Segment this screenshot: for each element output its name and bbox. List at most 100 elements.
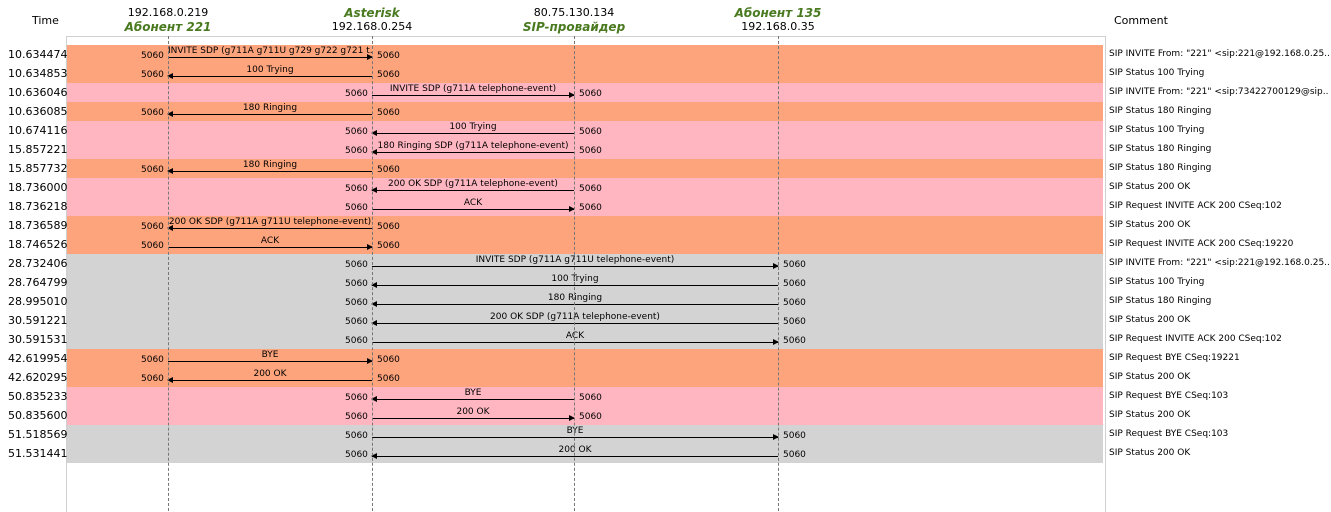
message-arrow bbox=[167, 225, 372, 231]
port-label: 5060 bbox=[579, 393, 602, 403]
port-label: 5060 bbox=[345, 89, 368, 99]
message-arrow bbox=[372, 263, 779, 269]
message-arrow bbox=[371, 453, 778, 459]
message-arrow bbox=[371, 320, 778, 326]
row-comment: SIP Status 200 OK bbox=[1109, 182, 1191, 192]
port-label: 5060 bbox=[141, 108, 164, 118]
row-time: 10.674116 bbox=[8, 124, 68, 137]
row-comment: SIP Status 100 Trying bbox=[1109, 68, 1205, 78]
message-arrow bbox=[167, 168, 372, 174]
row-comment: SIP Request BYE CSeq:103 bbox=[1109, 429, 1229, 439]
message-label: 180 Ringing bbox=[242, 160, 298, 170]
port-label: 5060 bbox=[377, 51, 400, 61]
row-comment: SIP Status 200 OK bbox=[1109, 448, 1191, 458]
message-arrow bbox=[371, 130, 574, 136]
port-label: 5060 bbox=[579, 184, 602, 194]
message-label: 200 OK bbox=[558, 445, 592, 455]
row-comment: SIP INVITE From: "221" <sip:221@192.168.… bbox=[1109, 49, 1329, 59]
message-label: BYE bbox=[261, 350, 279, 360]
host-alias: SIP-провайдер bbox=[522, 20, 626, 34]
port-label: 5060 bbox=[141, 51, 164, 61]
row-comment: SIP Status 200 OK bbox=[1109, 372, 1191, 382]
row-comment: SIP Request BYE CSeq:103 bbox=[1109, 391, 1229, 401]
message-label: ACK bbox=[463, 198, 483, 208]
port-label: 5060 bbox=[579, 127, 602, 137]
message-arrow bbox=[168, 54, 373, 60]
message-label: INVITE SDP (g711A g711U telephone-event) bbox=[475, 255, 675, 265]
message-label: BYE bbox=[566, 426, 584, 436]
port-label: 5060 bbox=[377, 70, 400, 80]
message-label: 180 Ringing SDP (g711A telephone-event) bbox=[377, 141, 569, 151]
port-label: 5060 bbox=[579, 203, 602, 213]
row-time: 10.636085 bbox=[8, 105, 68, 118]
lifeline bbox=[168, 36, 169, 511]
message-label: 100 Trying bbox=[246, 65, 294, 75]
message-arrow bbox=[372, 415, 575, 421]
row-comment: SIP Request INVITE ACK 200 CSeq:102 bbox=[1109, 334, 1282, 344]
row-time: 18.736589 bbox=[8, 219, 68, 232]
row-time: 28.732406 bbox=[8, 257, 68, 270]
message-arrow bbox=[371, 301, 778, 307]
port-label: 5060 bbox=[783, 450, 806, 460]
row-time: 51.518569 bbox=[8, 428, 68, 441]
row-comment: SIP Status 180 Ringing bbox=[1109, 163, 1212, 173]
message-label: 200 OK SDP (g711A telephone-event) bbox=[388, 179, 558, 189]
message-arrow bbox=[167, 111, 372, 117]
host-ip: 192.168.0.35 bbox=[741, 20, 815, 33]
port-label: 5060 bbox=[141, 70, 164, 80]
row-time: 42.620295 bbox=[8, 371, 68, 384]
row-comment: SIP INVITE From: "221" <sip:73422700129@… bbox=[1109, 87, 1329, 97]
host-alias: Абонент 135 bbox=[734, 6, 822, 20]
row-time: 30.591221 bbox=[8, 314, 68, 327]
row-time: 15.857221 bbox=[8, 143, 68, 156]
row-time: 50.835233 bbox=[8, 390, 68, 403]
row-comment: SIP Status 180 Ringing bbox=[1109, 144, 1212, 154]
row-time: 30.591531 bbox=[8, 333, 68, 346]
port-label: 5060 bbox=[377, 355, 400, 365]
message-arrow bbox=[371, 149, 574, 155]
port-label: 5060 bbox=[377, 165, 400, 175]
row-time: 28.995010 bbox=[8, 295, 68, 308]
host-ip: 192.168.0.219 bbox=[127, 6, 209, 19]
port-label: 5060 bbox=[345, 336, 368, 346]
row-comment: SIP Status 200 OK bbox=[1109, 315, 1191, 325]
port-label: 5060 bbox=[783, 317, 806, 327]
row-comment: SIP Status 180 Ringing bbox=[1109, 296, 1212, 306]
row-comment: SIP Status 180 Ringing bbox=[1109, 106, 1212, 116]
port-label: 5060 bbox=[141, 165, 164, 175]
row-comment: SIP Request BYE CSeq:19221 bbox=[1109, 353, 1240, 363]
message-arrow bbox=[167, 377, 372, 383]
message-label: 200 OK bbox=[456, 407, 490, 417]
port-label: 5060 bbox=[345, 146, 368, 156]
row-time: 18.746526 bbox=[8, 238, 68, 251]
port-label: 5060 bbox=[345, 298, 368, 308]
message-label: ACK bbox=[565, 331, 585, 341]
row-time: 51.531441 bbox=[8, 447, 68, 460]
port-label: 5060 bbox=[579, 412, 602, 422]
message-arrow bbox=[371, 396, 574, 402]
time-column-header: Time bbox=[32, 14, 59, 27]
port-label: 5060 bbox=[345, 431, 368, 441]
row-comment: SIP Request INVITE ACK 200 CSeq:102 bbox=[1109, 201, 1282, 211]
port-label: 5060 bbox=[141, 241, 164, 251]
message-arrow bbox=[167, 73, 372, 79]
message-arrow bbox=[372, 434, 779, 440]
host-header: Asterisk 192.168.0.254 bbox=[332, 6, 412, 34]
row-comment: SIP INVITE From: "221" <sip:221@192.168.… bbox=[1109, 258, 1329, 268]
port-label: 5060 bbox=[579, 146, 602, 156]
port-label: 5060 bbox=[345, 260, 368, 270]
message-label: 200 OK bbox=[253, 369, 287, 379]
port-label: 5060 bbox=[345, 393, 368, 403]
host-alias: Asterisk bbox=[344, 6, 400, 20]
port-label: 5060 bbox=[579, 89, 602, 99]
row-time: 42.619954 bbox=[8, 352, 68, 365]
lifeline bbox=[372, 36, 373, 511]
lifeline bbox=[778, 36, 779, 511]
row-time: 18.736218 bbox=[8, 200, 68, 213]
message-arrow bbox=[371, 187, 574, 193]
port-label: 5060 bbox=[345, 184, 368, 194]
port-label: 5060 bbox=[345, 317, 368, 327]
row-time: 10.634853 bbox=[8, 67, 68, 80]
row-time: 15.857732 bbox=[8, 162, 68, 175]
message-arrow bbox=[372, 206, 575, 212]
